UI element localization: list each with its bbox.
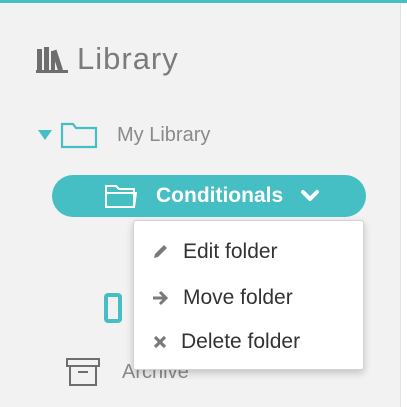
menu-item-delete-folder[interactable]: Delete folder — [134, 323, 363, 361]
arrow-right-icon — [153, 290, 169, 306]
tree-item-my-library[interactable]: My Library — [38, 121, 210, 149]
folder-icon — [60, 122, 98, 149]
folder-open-icon — [105, 185, 138, 208]
device-icon — [104, 293, 122, 323]
menu-item-label: Delete folder — [181, 330, 301, 353]
library-sidebar: Library My Library Conditionals Archive — [0, 3, 401, 407]
tree-item-label-selected: Conditionals — [156, 184, 284, 207]
library-icon — [36, 47, 68, 73]
menu-item-edit-folder[interactable]: Edit folder — [134, 233, 363, 271]
caret-down-icon[interactable] — [38, 130, 52, 140]
chevron-down-icon[interactable] — [301, 189, 320, 203]
pencil-icon — [154, 245, 167, 258]
library-header: Library — [36, 41, 179, 77]
menu-item-label: Edit folder — [183, 240, 278, 263]
archive-icon — [66, 358, 100, 386]
tree-item-conditionals[interactable]: Conditionals — [52, 175, 366, 217]
folder-context-menu: Edit folder Move folder Delete folder — [133, 220, 364, 370]
x-icon — [153, 335, 167, 349]
library-title: Library — [77, 41, 179, 76]
menu-item-move-folder[interactable]: Move folder — [134, 279, 363, 317]
menu-item-label: Move folder — [183, 286, 293, 309]
tree-item-label: My Library — [117, 123, 211, 146]
